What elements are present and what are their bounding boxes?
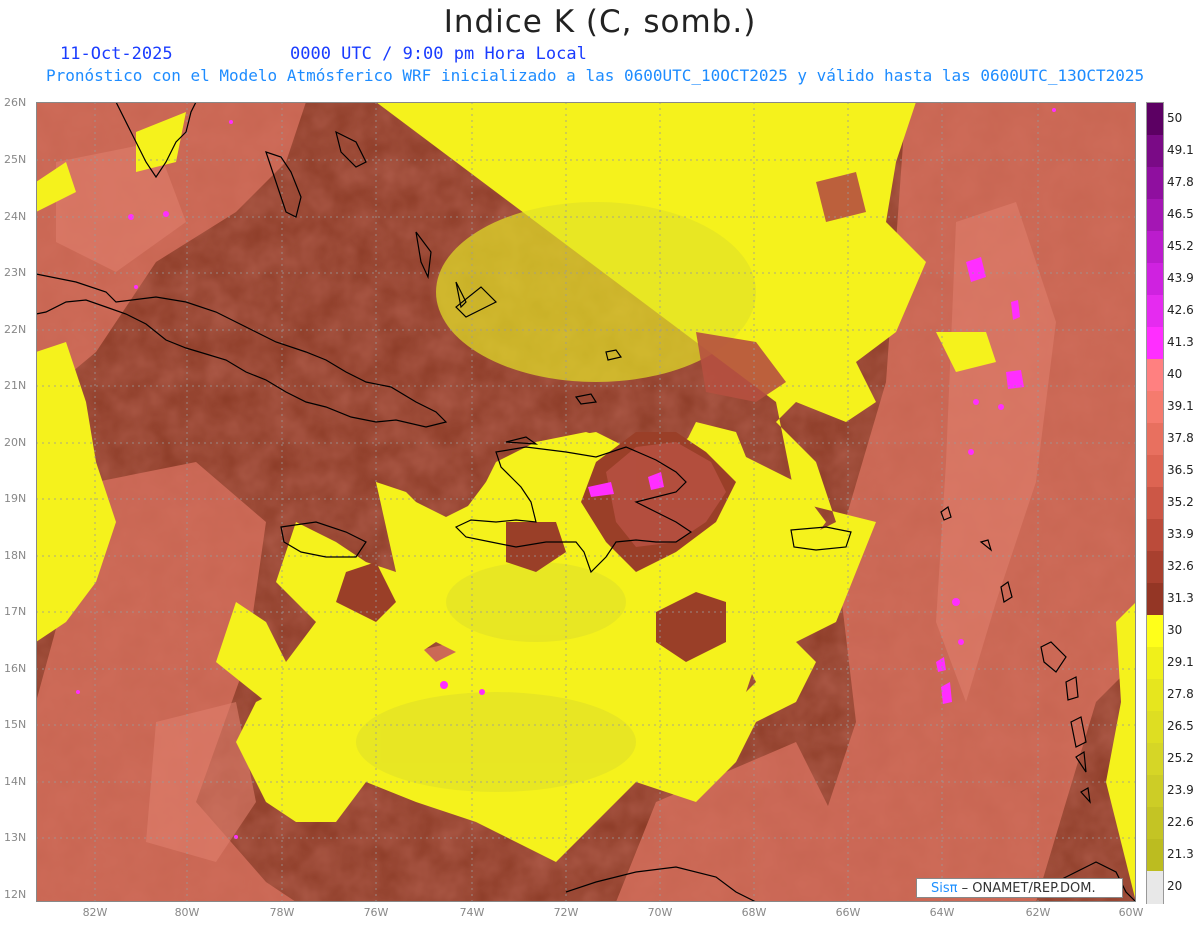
lat-label: 26N [4,96,27,109]
legend-label: 27.8 [1167,687,1194,701]
lon-label: 70W [647,906,673,919]
lat-label: 22N [4,323,27,336]
legend-label: 31.3 [1167,591,1194,605]
lat-label: 24N [4,210,27,223]
legend-label: 23.9 [1167,783,1194,797]
lon-label: 68W [741,906,767,919]
legend-label: 46.5 [1167,207,1194,221]
lon-label: 80W [174,906,200,919]
legend-swatch [1147,391,1163,424]
lat-label: 15N [4,718,27,731]
legend-swatch [1147,647,1163,680]
legend-label: 49.1 [1167,143,1194,157]
credit-text: – ONAMET/REP.DOM. [961,881,1096,896]
color-legend [1146,102,1164,904]
legend-label: 32.6 [1167,559,1194,573]
lat-label: 17N [4,605,27,618]
lon-label: 60W [1118,906,1144,919]
legend-swatch [1147,871,1163,904]
legend-label: 22.6 [1167,815,1194,829]
legend-label: 21.3 [1167,847,1194,861]
lon-label: 66W [835,906,861,919]
legend-swatch [1147,583,1163,616]
legend-swatch [1147,679,1163,712]
map-title: Indice K (C, somb.) [443,4,757,40]
legend-label: 47.8 [1167,175,1194,189]
legend-swatch [1147,519,1163,552]
legend-swatch [1147,807,1163,840]
lon-label: 62W [1025,906,1051,919]
legend-swatch [1147,423,1163,456]
legend-swatch [1147,135,1163,168]
legend-swatch [1147,231,1163,264]
lat-label: 13N [4,831,27,844]
legend-label: 41.3 [1167,335,1194,349]
lat-label: 21N [4,379,27,392]
legend-label: 30 [1167,623,1183,637]
legend-label: 26.5 [1167,719,1194,733]
legend-label: 29.1 [1167,655,1194,669]
legend-label: 20 [1167,879,1183,893]
lat-label: 20N [4,436,27,449]
lon-label: 74W [459,906,485,919]
forecast-description: Pronóstico con el Modelo Atmósferico WRF… [46,66,1145,85]
lat-label: 23N [4,266,27,279]
legend-swatch [1147,743,1163,776]
lon-label: 72W [553,906,579,919]
legend-swatch [1147,839,1163,872]
legend-label: 42.6 [1167,303,1194,317]
legend-swatch [1147,263,1163,296]
legend-swatch [1147,455,1163,488]
legend-label: 33.9 [1167,527,1194,541]
legend-swatch [1147,775,1163,808]
legend-swatch [1147,327,1163,360]
k-index-map [36,102,1136,902]
credit-brand: Sisπ [931,881,958,896]
legend-label: 25.2 [1167,751,1194,765]
legend-label: 35.2 [1167,495,1194,509]
legend-swatch [1147,359,1163,392]
legend-label: 50 [1167,111,1183,125]
forecast-time: 0000 UTC / 9:00 pm Hora Local [290,44,587,64]
legend-swatch [1147,295,1163,328]
lat-label: 14N [4,775,27,788]
lon-label: 64W [929,906,955,919]
lon-label: 76W [363,906,389,919]
legend-label: 39.1 [1167,399,1194,413]
lat-label: 16N [4,662,27,675]
legend-swatch [1147,167,1163,200]
lon-label: 78W [269,906,295,919]
legend-label: 40 [1167,367,1183,381]
lat-label: 19N [4,492,27,505]
legend-swatch [1147,551,1163,584]
legend-label: 45.2 [1167,239,1194,253]
lon-label: 82W [82,906,108,919]
lat-label: 25N [4,153,27,166]
lat-label: 18N [4,549,27,562]
legend-swatch [1147,487,1163,520]
forecast-date: 11-Oct-2025 [60,44,173,64]
legend-swatch [1147,103,1163,136]
legend-swatch [1147,711,1163,744]
lat-label: 12N [4,888,27,901]
legend-label: 36.5 [1167,463,1194,477]
legend-label: 43.9 [1167,271,1194,285]
credit-box: Sisπ – ONAMET/REP.DOM. [916,878,1123,898]
legend-swatch [1147,615,1163,648]
legend-label: 37.8 [1167,431,1194,445]
legend-swatch [1147,199,1163,232]
